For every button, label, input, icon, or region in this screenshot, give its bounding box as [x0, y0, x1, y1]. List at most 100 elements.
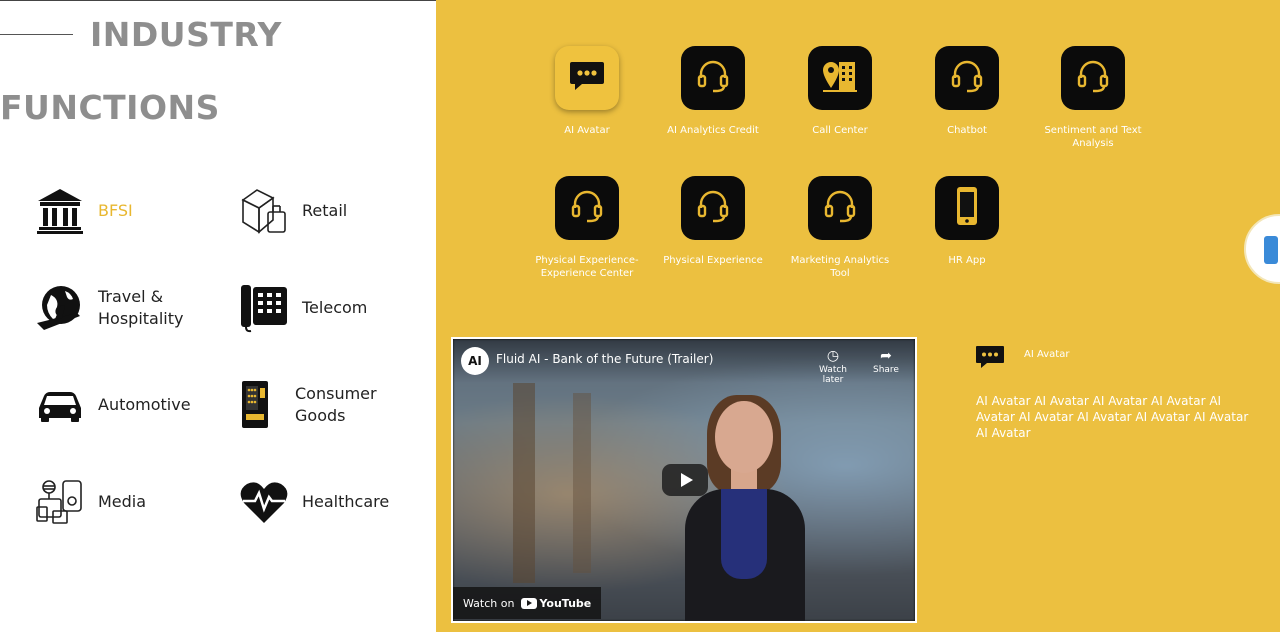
- car-icon: [35, 380, 85, 430]
- industry-item-healthcare[interactable]: Healthcare: [239, 477, 389, 527]
- function-label-line1: Sentiment and Text: [1044, 125, 1142, 136]
- function-label-line2: Analysis: [1072, 138, 1114, 149]
- share-label: Share: [873, 365, 899, 375]
- video-thumbnail-pillar: [513, 383, 535, 583]
- clock-icon: ◷: [826, 348, 840, 364]
- function-tile-label: AI Avatar: [564, 125, 610, 136]
- function-tile-label: Physical Experience: [663, 255, 763, 266]
- function-tile-sentiment-analysis[interactable]: Sentiment and Text Analysis: [1023, 46, 1163, 150]
- headset-icon: [1075, 58, 1111, 98]
- play-icon: [680, 473, 693, 487]
- functions-panel: AI Avatar AI Analytics Credit Call Cente…: [436, 0, 1280, 632]
- function-tile-box: [1061, 46, 1125, 110]
- function-tile-physical-experience[interactable]: Physical Experience: [643, 176, 783, 267]
- industry-label: Retail: [302, 201, 348, 220]
- function-tile-box: [555, 176, 619, 240]
- channel-logo[interactable]: AI: [461, 347, 489, 375]
- headset-icon: [569, 188, 605, 228]
- share-icon: ➦: [880, 348, 892, 364]
- industry-item-media[interactable]: Media: [35, 477, 146, 527]
- industry-label-line1: Consumer: [295, 384, 377, 403]
- watch-later-button[interactable]: ◷ Watch later: [808, 347, 858, 385]
- headset-icon: [695, 188, 731, 228]
- function-tile-ai-avatar[interactable]: AI Avatar: [517, 46, 657, 137]
- detail-description: AI Avatar AI Avatar AI Avatar AI Avatar …: [976, 394, 1249, 440]
- functions-heading: FUNCTIONS: [0, 88, 220, 127]
- chat-widget-button[interactable]: [1244, 214, 1280, 284]
- industry-item-consumer-goods[interactable]: Consumer Goods: [232, 380, 377, 430]
- function-tile-box: [935, 46, 999, 110]
- youtube-wordmark: YouTube: [539, 596, 592, 610]
- youtube-logo: YouTube: [521, 597, 591, 610]
- industry-label-line2: Hospitality: [98, 309, 184, 328]
- function-tile-box: [681, 176, 745, 240]
- function-tile-label: HR App: [948, 255, 986, 266]
- industry-label: Automotive: [98, 395, 191, 414]
- function-tile-box: [681, 46, 745, 110]
- vending-machine-icon: [232, 380, 282, 430]
- industry-label: Media: [98, 492, 147, 511]
- globe-plane-icon: [35, 283, 85, 333]
- industry-label-line1: Travel &: [98, 287, 164, 306]
- industry-label: BFSI: [98, 201, 133, 220]
- function-tile-label: Physical Experience- Experience Center: [517, 254, 657, 280]
- industry-panel: INDUSTRY FUNCTIONS BFSI Retail Travel & …: [0, 0, 436, 632]
- function-label-line1: Marketing Analytics: [790, 255, 890, 266]
- detail-title: AI Avatar: [1024, 349, 1070, 360]
- function-tile-label: Sentiment and Text Analysis: [1023, 124, 1163, 150]
- function-tile-label: AI Analytics Credit: [667, 125, 759, 136]
- function-tile-chatbot[interactable]: Chatbot: [897, 46, 1037, 137]
- function-tile-call-center[interactable]: Call Center: [770, 46, 910, 137]
- industry-label: Travel & Hospitality: [98, 286, 183, 330]
- play-button[interactable]: [662, 464, 708, 496]
- function-tile-hr-app[interactable]: HR App: [897, 176, 1037, 267]
- watch-on-youtube-button[interactable]: Watch on YouTube: [453, 587, 602, 619]
- headset-icon: [695, 58, 731, 98]
- function-tile-label: Chatbot: [947, 125, 987, 136]
- function-tile-box: [808, 46, 872, 110]
- function-tile-marketing-analytics[interactable]: Marketing Analytics Tool: [770, 176, 910, 280]
- function-tile-ai-analytics-credit[interactable]: AI Analytics Credit: [643, 46, 783, 137]
- headset-icon: [949, 58, 985, 98]
- heartbeat-icon: [239, 477, 289, 527]
- watch-on-label: Watch on: [463, 596, 515, 610]
- headset-icon: [822, 188, 858, 228]
- industry-item-automotive[interactable]: Automotive: [35, 380, 191, 430]
- industry-item-retail[interactable]: Retail: [239, 186, 347, 236]
- function-tile-label: Call Center: [812, 125, 868, 136]
- function-tile-physical-experience-center[interactable]: Physical Experience- Experience Center: [517, 176, 657, 280]
- heading-divider: [0, 34, 73, 35]
- media-devices-icon: [35, 477, 85, 527]
- youtube-video-embed[interactable]: AI Fluid AI - Bank of the Future (Traile…: [451, 337, 917, 623]
- watch-later-label: Watch later: [818, 365, 848, 385]
- function-tile-box: [808, 176, 872, 240]
- chat-bubble-icon: [975, 344, 1005, 370]
- telephone-icon: [239, 283, 289, 333]
- bank-icon: [35, 186, 85, 236]
- video-presenter-shirt: [721, 489, 767, 579]
- function-label-line1: Physical Experience-: [535, 255, 639, 266]
- chat-widget-icon: [1264, 236, 1278, 264]
- video-presenter-face: [715, 401, 773, 473]
- industry-item-travel[interactable]: Travel & Hospitality: [35, 283, 183, 333]
- industry-label: Healthcare: [302, 492, 390, 511]
- industry-item-bfsi[interactable]: BFSI: [35, 186, 133, 236]
- boxes-icon: [239, 186, 289, 236]
- function-tile-box: [555, 46, 619, 110]
- youtube-play-icon: [521, 597, 538, 609]
- smartphone-icon: [952, 186, 982, 230]
- industry-label: Consumer Goods: [295, 383, 377, 427]
- industry-label-line2: Goods: [295, 406, 346, 425]
- function-tile-box: [935, 176, 999, 240]
- video-title[interactable]: Fluid AI - Bank of the Future (Trailer): [496, 352, 713, 366]
- location-building-icon: [821, 58, 859, 98]
- industry-heading: INDUSTRY: [90, 15, 282, 54]
- chat-bubble-icon: [569, 60, 605, 96]
- video-thumbnail-pillar: [573, 393, 591, 573]
- function-label-line2: Experience Center: [540, 268, 634, 279]
- industry-label: Telecom: [302, 298, 368, 317]
- industry-item-telecom[interactable]: Telecom: [239, 283, 367, 333]
- share-button[interactable]: ➦ Share: [861, 347, 911, 375]
- function-tile-label: Marketing Analytics Tool: [770, 254, 910, 280]
- function-label-line2: Tool: [830, 268, 850, 279]
